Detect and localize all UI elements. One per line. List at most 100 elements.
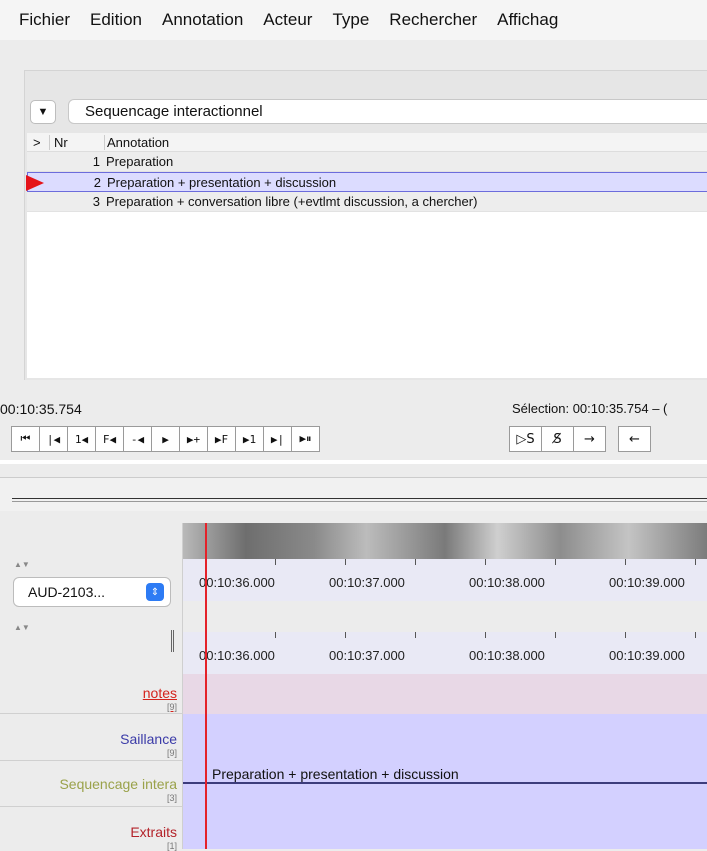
header-annotation[interactable]: Annotation	[104, 134, 707, 150]
tier-name-saillance[interactable]: Saillance [9]	[0, 731, 183, 758]
right-arrow-button[interactable]: →	[573, 426, 606, 452]
step-back-1-button[interactable]: 1◀	[67, 426, 96, 452]
tick	[345, 632, 346, 638]
playhead-cursor[interactable]	[205, 523, 207, 849]
spectrogram	[183, 523, 707, 559]
selection-controls: ▷S S̸ → ←	[509, 426, 651, 452]
selection-time: Sélection: 00:10:35.754 – (	[512, 401, 668, 416]
tier-count: [1]	[166, 841, 177, 851]
audio-select-label: AUD-2103...	[28, 584, 106, 600]
row-annotation: Preparation	[106, 154, 174, 169]
step-forward-f-button[interactable]: ▶F	[207, 426, 236, 452]
tier-select[interactable]: Sequencage interactionnel	[68, 99, 707, 124]
separator	[0, 760, 183, 761]
overview-scrollbar[interactable]	[12, 498, 707, 502]
tick-label: 00:10:37.000	[329, 575, 405, 590]
step-back-minus-button[interactable]: -◀	[123, 426, 152, 452]
tier-count: [3]	[166, 793, 177, 803]
triangle-down-icon[interactable]: ▼	[30, 99, 56, 124]
current-row-arrow-icon	[26, 175, 44, 191]
table-header: > Nr Annotation	[27, 133, 707, 152]
tier-label: notes	[142, 685, 177, 701]
waveform-ruler: 00:10:36.000 00:10:37.000 00:10:38.000 0…	[183, 559, 707, 601]
tick	[485, 632, 486, 638]
previous-frame-button[interactable]: |◀	[39, 426, 68, 452]
menu-rechercher[interactable]: Rechercher	[389, 10, 477, 30]
menu-type[interactable]: Type	[332, 10, 369, 30]
resize-arrows-icon[interactable]: ▲▼	[14, 623, 30, 632]
overview-strip[interactable]	[0, 477, 707, 511]
tick	[485, 559, 486, 565]
menu-bar: Fichier Edition Annotation Acteur Type R…	[0, 0, 707, 40]
header-arrow: >	[33, 134, 41, 150]
tier-label: Sequencage intera	[59, 776, 177, 792]
tick	[555, 632, 556, 638]
separator	[0, 713, 183, 714]
menu-fichier[interactable]: Fichier	[19, 10, 70, 30]
menu-affichage[interactable]: Affichag	[497, 10, 558, 30]
chevron-updown-icon: ⇕	[146, 583, 164, 601]
row-annotation: Preparation + presentation + discussion	[107, 174, 337, 190]
row-nr: 3	[92, 194, 100, 209]
audio-select[interactable]: AUD-2103... ⇕	[13, 577, 171, 607]
menu-annotation[interactable]: Annotation	[162, 10, 243, 30]
row-nr: 2	[93, 174, 101, 190]
row-annotation: Preparation + conversation libre (+evtlm…	[106, 194, 478, 209]
tick-label: 00:10:36.000	[199, 648, 275, 663]
go-to-end-button[interactable]: ▶⏸	[291, 426, 320, 452]
menu-edition[interactable]: Edition	[90, 10, 142, 30]
tier-selector-bar: ▼ Sequencage interactionnel	[30, 98, 707, 125]
clear-selection-button[interactable]: S̸	[541, 426, 574, 452]
tick	[625, 559, 626, 565]
tier-name-sequencage[interactable]: Sequencage intera [3]	[0, 776, 183, 803]
table-row[interactable]: 3 Preparation + conversation libre (+evt…	[27, 192, 707, 212]
tick	[695, 632, 696, 638]
play-selection-button[interactable]: ▷S	[509, 426, 542, 452]
step-forward-plus-button[interactable]: ▶+	[179, 426, 208, 452]
row-marker	[26, 173, 50, 191]
tick-label: 00:10:36.000	[199, 575, 275, 590]
separator	[0, 806, 183, 807]
divider	[0, 460, 707, 464]
menu-acteur[interactable]: Acteur	[263, 10, 312, 30]
row-nr: 1	[92, 154, 100, 169]
annotation-label[interactable]: Preparation + presentation + discussion	[212, 766, 459, 782]
go-to-begin-button[interactable]: ⏮	[11, 426, 40, 452]
step-back-f-button[interactable]: F◀	[95, 426, 124, 452]
row-marker	[27, 192, 49, 211]
annotation-table: > Nr Annotation 1 Preparation 2 Preparat…	[26, 133, 707, 378]
header-nr[interactable]: Nr	[49, 134, 104, 150]
step-forward-1-button[interactable]: ▶1	[235, 426, 264, 452]
tick-label: 00:10:39.000	[609, 575, 685, 590]
tick	[625, 632, 626, 638]
tick-label: 00:10:38.000	[469, 648, 545, 663]
table-row-selected[interactable]: 2 Preparation + presentation + discussio…	[26, 172, 707, 192]
playback-controls: ⏮ |◀ 1◀ F◀ -◀ ▶ ▶+ ▶F ▶1 ▶| ▶⏸	[11, 426, 320, 452]
tick	[345, 559, 346, 565]
timeline-ruler: 00:10:36.000 00:10:37.000 00:10:38.000 0…	[183, 632, 707, 674]
tick-label: 00:10:37.000	[329, 648, 405, 663]
tick-label: 00:10:38.000	[469, 575, 545, 590]
tier-label: Saillance	[120, 731, 177, 747]
left-arrow-button[interactable]: ←	[618, 426, 651, 452]
tick	[275, 632, 276, 638]
tier-count: [9]	[166, 702, 177, 712]
tier-name-extraits[interactable]: Extraits [1]	[0, 824, 183, 851]
lane-notes[interactable]	[183, 674, 707, 714]
resize-arrows-icon[interactable]: ▲▼	[14, 560, 30, 569]
tier-name-notes[interactable]: notes [9]	[0, 685, 183, 712]
play-button[interactable]: ▶	[151, 426, 180, 452]
tick	[275, 559, 276, 565]
next-frame-button[interactable]: ▶|	[263, 426, 292, 452]
splitter-handle-icon[interactable]	[171, 630, 174, 652]
tier-label: Extraits	[130, 824, 177, 840]
tick	[695, 559, 696, 565]
row-marker	[27, 152, 49, 171]
tick	[415, 632, 416, 638]
tier-count: [9]	[166, 748, 177, 758]
annotation-line	[183, 782, 707, 784]
tick-label: 00:10:39.000	[609, 648, 685, 663]
tick	[555, 559, 556, 565]
tick	[415, 559, 416, 565]
table-row[interactable]: 1 Preparation	[27, 152, 707, 172]
